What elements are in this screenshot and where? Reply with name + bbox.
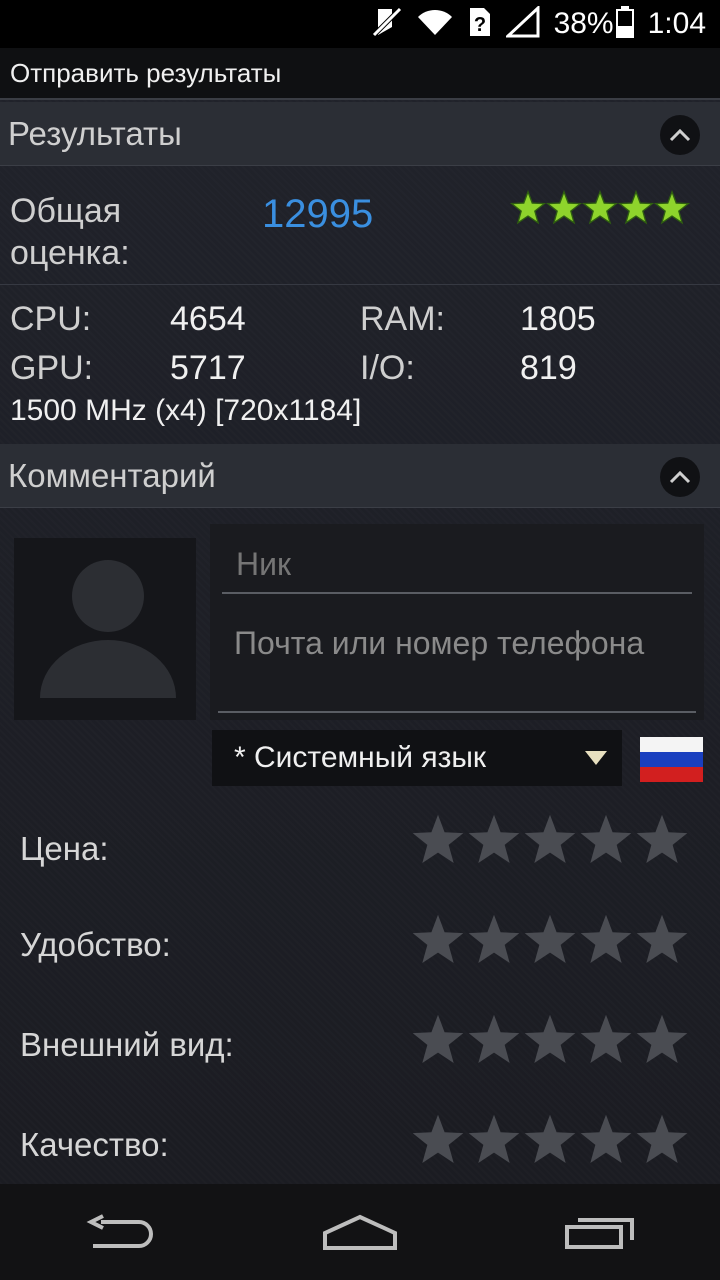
svg-text:?: ? [473,14,485,36]
cpu-value: 4654 [170,300,246,338]
rating-star-icon[interactable] [522,912,578,968]
results-section-header[interactable]: Результаты [0,102,720,166]
rating-star-icon[interactable] [578,1012,634,1068]
rating-star-icon[interactable] [466,1112,522,1168]
io-value: 819 [520,349,577,387]
total-score-value: 12995 [262,192,374,236]
rating-star-icon[interactable] [578,912,634,968]
russia-flag-icon [640,737,703,782]
results-header-label: Результаты [8,114,182,152]
rating-label-quality: Качество: [20,1126,169,1163]
nick-input[interactable] [236,542,686,586]
title-bar: Отправить результаты [0,48,720,100]
rating-stars-price[interactable] [410,812,690,868]
contact-input[interactable]: Почта или номер телефона [234,622,674,664]
status-bar: ? 38% 1:04 [0,0,720,48]
ram-value: 1805 [520,300,596,338]
score-star-icon [546,190,582,225]
battery-icon [615,5,634,43]
gpu-value: 5717 [170,349,246,387]
rating-star-icon[interactable] [466,1012,522,1068]
nick-underline [222,592,692,594]
rating-star-icon[interactable] [522,1012,578,1068]
collapse-comment-button[interactable] [660,457,700,497]
rating-star-icon[interactable] [634,812,690,868]
collapse-results-button[interactable] [660,115,700,155]
rating-star-icon[interactable] [522,812,578,868]
rating-star-icon[interactable] [578,1112,634,1168]
language-select[interactable]: * Системный язык [212,730,622,786]
rating-label-price: Цена: [20,830,109,867]
chevron-up-icon [669,470,691,484]
rating-label-usability: Удобство: [20,926,171,963]
rating-stars-usability[interactable] [410,912,690,968]
mute-icon [371,5,402,44]
home-button[interactable] [300,1192,420,1272]
clock: 1:04 [647,7,706,40]
total-score-label: Общая оценка: [10,192,130,272]
cpu-label: CPU: [10,300,92,338]
rating-star-icon[interactable] [522,1112,578,1168]
score-star-icon [582,190,618,225]
rating-star-icon[interactable] [466,812,522,868]
recent-apps-icon [565,1218,634,1249]
rating-star-icon[interactable] [634,912,690,968]
comment-header-label: Комментарий [8,456,216,494]
rating-star-icon[interactable] [634,1112,690,1168]
rating-star-icon[interactable] [410,912,466,968]
language-selected-label: * Системный язык [234,741,487,774]
navigation-bar [0,1184,720,1280]
rating-star-icon[interactable] [410,812,466,868]
back-arrow-icon [86,1214,153,1248]
dropdown-arrow-icon [585,751,607,765]
io-label: I/O: [360,349,415,387]
rating-star-icon[interactable] [410,1112,466,1168]
rating-stars-appearance[interactable] [410,1012,690,1068]
no-sim-icon: ? [468,6,492,43]
chevron-up-icon [669,128,691,142]
battery-percent: 38% [553,7,614,40]
page-title: Отправить результаты [10,57,282,88]
ram-label: RAM: [360,300,445,338]
rating-star-icon[interactable] [410,1012,466,1068]
rating-star-icon[interactable] [466,912,522,968]
avatar[interactable] [14,538,196,720]
rating-stars-quality[interactable] [410,1112,690,1168]
home-icon [323,1214,397,1250]
device-spec: 1500 MHz (x4) [720x1184] [10,394,362,427]
contact-underline [218,711,696,713]
rating-star-icon[interactable] [578,812,634,868]
rating-star-icon[interactable] [634,1012,690,1068]
score-star-icon [510,190,546,225]
score-star-icon [654,190,690,225]
rating-label-appearance: Внешний вид: [20,1026,234,1063]
back-button[interactable] [60,1192,180,1272]
total-score-stars [510,190,690,226]
gpu-label: GPU: [10,349,94,387]
user-placeholder-icon [40,560,176,698]
score-star-icon [618,190,654,225]
recent-apps-button[interactable] [540,1192,660,1272]
signal-icon [503,4,540,43]
comment-section-header[interactable]: Комментарий [0,444,720,508]
contact-form: Почта или номер телефона [210,524,704,720]
wifi-icon [416,7,454,42]
divider [0,284,720,285]
